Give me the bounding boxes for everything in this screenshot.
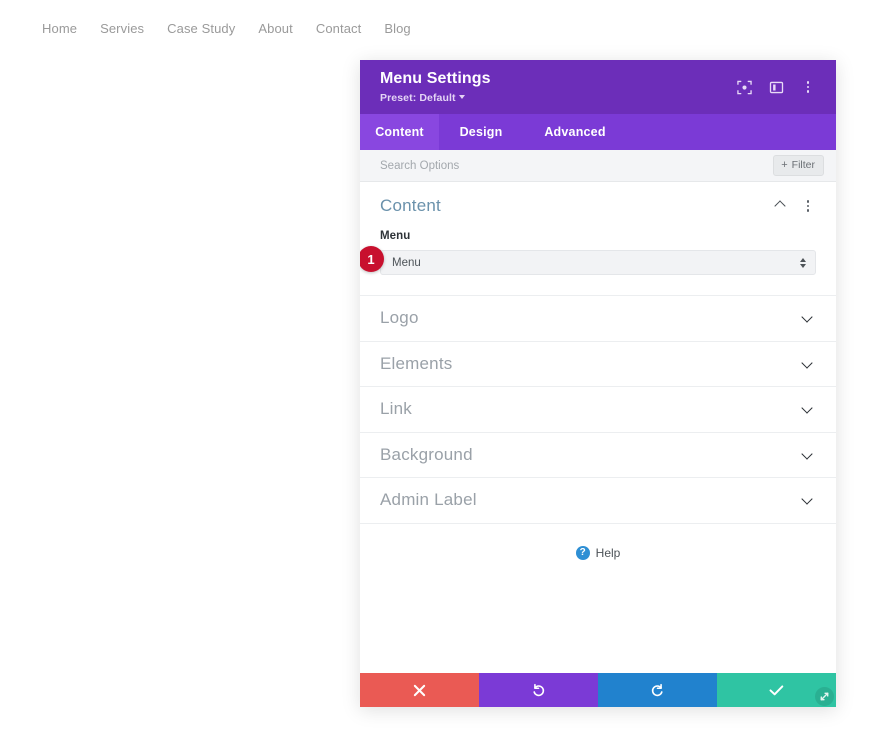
chevron-up-icon[interactable]: [775, 202, 788, 210]
section-elements[interactable]: Elements: [360, 342, 836, 387]
filter-button[interactable]: + Filter: [773, 155, 824, 176]
resize-diagonal-icon: [820, 692, 829, 701]
section-admin-label[interactable]: Admin Label: [360, 478, 836, 524]
menu-settings-modal: Menu Settings Preset: Default Content De…: [360, 60, 836, 707]
resize-handle[interactable]: [815, 687, 834, 706]
section-admin-label-title: Admin Label: [380, 490, 477, 510]
chevron-down-icon: [458, 95, 465, 99]
site-navigation: Home Servies Case Study About Contact Bl…: [42, 21, 411, 36]
nav-item-blog[interactable]: Blog: [384, 21, 410, 36]
nav-item-case-study[interactable]: Case Study: [167, 21, 235, 36]
section-content-header[interactable]: Content: [380, 196, 816, 216]
nav-item-contact[interactable]: Contact: [316, 21, 362, 36]
chevron-down-icon[interactable]: [802, 405, 815, 413]
undo-icon: [533, 683, 545, 696]
modal-footer: [360, 673, 836, 707]
undo-button[interactable]: [479, 673, 598, 707]
redo-icon: [651, 683, 663, 696]
check-icon: [769, 684, 784, 695]
menu-field-label: Menu: [380, 230, 411, 242]
help-question-icon: ?: [575, 545, 590, 560]
nav-item-servies[interactable]: Servies: [100, 21, 144, 36]
nav-item-home[interactable]: Home: [42, 21, 77, 36]
modal-header-titles: Menu Settings Preset: Default: [380, 69, 491, 104]
search-toolbar: + Filter: [360, 150, 836, 182]
close-icon: [413, 684, 426, 696]
cancel-button[interactable]: [360, 673, 479, 707]
section-logo[interactable]: Logo: [360, 296, 836, 342]
section-link[interactable]: Link: [360, 387, 836, 433]
select-arrows-icon: [800, 257, 806, 268]
chevron-down-icon[interactable]: [802, 360, 815, 368]
redo-button[interactable]: [598, 673, 717, 707]
modal-header-actions: [736, 69, 816, 95]
modal-title: Menu Settings: [380, 70, 491, 87]
filter-button-label: Filter: [791, 159, 815, 171]
section-content-tools: [775, 198, 816, 214]
section-background[interactable]: Background: [360, 433, 836, 478]
tab-advanced[interactable]: Advanced: [523, 114, 627, 150]
section-content: Content Menu 1 Menu: [360, 182, 836, 296]
help-label: Help: [595, 545, 621, 560]
split-layout-icon[interactable]: [768, 79, 784, 95]
section-content-title: Content: [380, 196, 441, 215]
modal-header: Menu Settings Preset: Default: [360, 60, 836, 114]
nav-item-about[interactable]: About: [258, 21, 292, 36]
tab-design[interactable]: Design: [439, 114, 523, 150]
modal-body: Content Menu 1 Menu Logo Elements Link B…: [360, 182, 836, 673]
chevron-down-icon[interactable]: [802, 451, 815, 459]
search-input[interactable]: [380, 159, 680, 172]
preset-selector[interactable]: Preset: Default: [380, 92, 491, 104]
menu-select-value: Menu: [392, 256, 421, 269]
more-options-icon[interactable]: [800, 79, 816, 95]
menu-select-wrapper: 1 Menu: [360, 246, 816, 275]
chevron-down-icon[interactable]: [802, 314, 815, 322]
settings-tabs: Content Design Advanced: [360, 114, 836, 150]
section-more-options-icon[interactable]: [800, 198, 816, 214]
section-elements-title: Elements: [380, 353, 453, 373]
chevron-down-icon[interactable]: [802, 496, 815, 504]
menu-select[interactable]: Menu: [380, 250, 816, 275]
section-background-title: Background: [380, 444, 473, 464]
preset-label: Preset: Default: [380, 92, 456, 104]
section-logo-title: Logo: [380, 308, 419, 328]
section-link-title: Link: [380, 399, 412, 419]
tab-content[interactable]: Content: [360, 114, 439, 150]
help-link[interactable]: ? Help: [360, 545, 836, 560]
focus-target-icon[interactable]: [736, 79, 752, 95]
plus-icon: +: [781, 158, 788, 171]
